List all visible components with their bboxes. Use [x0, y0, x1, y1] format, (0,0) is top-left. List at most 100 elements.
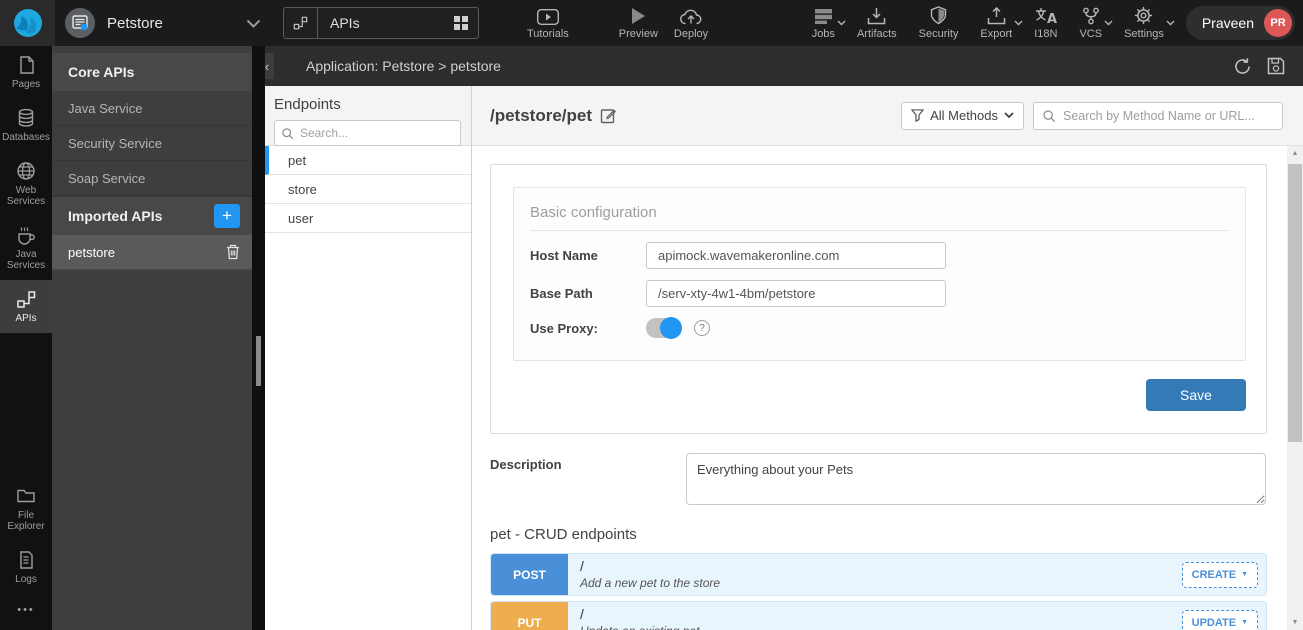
help-icon: ?	[694, 320, 710, 336]
endpoint-detail-panel: /petstore/pet All Methods	[472, 86, 1303, 630]
sidebar-item-soap-service[interactable]: Soap Service	[52, 161, 252, 196]
user-menu[interactable]: Praveen PR	[1186, 6, 1295, 40]
cloud-upload-icon	[680, 6, 702, 25]
svg-text:A: A	[1047, 12, 1057, 25]
deploy-button[interactable]: Deploy	[674, 6, 708, 40]
search-icon	[1042, 109, 1056, 123]
edit-path-button[interactable]	[600, 107, 617, 124]
grid-menu-icon	[453, 15, 469, 31]
main-area: « Application: Petstore > petstore Endpo…	[265, 46, 1303, 630]
more-options-icon[interactable]: •••	[0, 594, 52, 630]
content-scrollbar-thumb[interactable]	[1288, 164, 1302, 442]
export-menu[interactable]: Export	[980, 6, 1012, 40]
endpoints-search-input[interactable]	[300, 126, 454, 140]
breadcrumb-bar: « Application: Petstore > petstore	[265, 46, 1303, 86]
method-badge: PUT	[491, 602, 568, 630]
rail-item-file-explorer[interactable]: File Explorer	[0, 477, 52, 541]
apis-sidebar: Core APIs Java Service Security Service …	[52, 46, 252, 630]
add-api-button[interactable]: +	[214, 204, 240, 228]
host-name-field[interactable]	[646, 242, 946, 269]
endpoint-item-user[interactable]: user	[265, 204, 471, 233]
save-icon[interactable]	[1267, 57, 1285, 76]
endpoints-title: Endpoints	[274, 96, 461, 113]
tutorials-button[interactable]: Tutorials	[527, 6, 569, 40]
top-bar: Petstore APIs Tutorials Preview	[0, 0, 1303, 46]
update-action-button[interactable]: UPDATE ▼	[1182, 610, 1258, 630]
sidebar-scrollbar	[252, 46, 265, 630]
method-search-input[interactable]	[1063, 109, 1274, 123]
method-filter-dropdown[interactable]: All Methods	[901, 102, 1024, 130]
security-button[interactable]: Security	[919, 6, 959, 40]
artifacts-button[interactable]: Artifacts	[857, 6, 897, 40]
jobs-icon	[814, 6, 833, 25]
rail-item-logs[interactable]: Logs	[0, 541, 52, 594]
scroll-up-arrow[interactable]: ▲	[1287, 150, 1303, 157]
filter-icon	[911, 109, 924, 122]
endpoint-path: /	[580, 606, 1182, 622]
use-proxy-toggle[interactable]	[646, 318, 682, 338]
preview-button[interactable]: Preview	[619, 6, 658, 40]
settings-menu[interactable]: Settings	[1124, 6, 1164, 40]
endpoints-search[interactable]	[274, 120, 461, 146]
git-branch-icon	[1082, 6, 1100, 25]
workspace-label: APIs	[330, 15, 453, 31]
wavemaker-logo[interactable]	[0, 0, 55, 46]
page-title: /petstore/pet	[490, 106, 592, 126]
endpoint-description: Add a new pet to the store	[580, 576, 1182, 590]
rail-item-java-services[interactable]: Java Services	[0, 216, 52, 280]
project-selector[interactable]: Petstore	[65, 8, 261, 38]
section-title: Basic configuration	[530, 204, 1229, 231]
sidebar-scrollbar-thumb[interactable]	[256, 336, 261, 386]
core-apis-header: Core APIs	[52, 53, 252, 91]
sidebar-item-security-service[interactable]: Security Service	[52, 126, 252, 161]
translate-icon: A	[1035, 6, 1057, 25]
rail-item-web-services[interactable]: Web Services	[0, 152, 52, 216]
workspace-selector[interactable]: APIs	[283, 7, 479, 39]
jobs-menu[interactable]: Jobs	[812, 6, 835, 40]
wavemaker-studio: Petstore APIs Tutorials Preview	[0, 0, 1303, 630]
base-path-label: Base Path	[530, 286, 646, 301]
create-action-button[interactable]: CREATE ▼	[1182, 562, 1258, 588]
save-button[interactable]: Save	[1146, 379, 1246, 411]
chevron-down-icon	[1004, 112, 1014, 119]
apis-node-icon	[16, 289, 36, 309]
chevron-down-icon	[1104, 20, 1113, 26]
tutorials-icon	[537, 6, 559, 25]
refresh-icon[interactable]	[1233, 57, 1252, 76]
database-icon	[16, 108, 36, 128]
globe-icon	[16, 161, 36, 181]
search-icon	[281, 127, 294, 140]
project-avatar-icon	[65, 8, 95, 38]
basic-configuration-panel: Basic configuration Host Name Base Path	[513, 187, 1246, 361]
play-icon	[630, 6, 646, 25]
breadcrumb: Application: Petstore > petstore	[306, 58, 501, 74]
trash-icon[interactable]	[226, 244, 240, 260]
upload-icon	[987, 6, 1006, 25]
rail-item-databases[interactable]: Databases	[0, 99, 52, 152]
endpoint-row-post[interactable]: POST / Add a new pet to the store CREATE…	[490, 553, 1267, 596]
endpoint-row-put[interactable]: PUT / Update an existing pet UPDATE ▼	[490, 601, 1267, 630]
sidebar-item-java-service[interactable]: Java Service	[52, 91, 252, 126]
log-file-icon	[16, 550, 36, 570]
imported-apis-header: Imported APIs +	[52, 197, 252, 235]
avatar: PR	[1264, 9, 1292, 37]
vcs-menu[interactable]: VCS	[1079, 6, 1102, 40]
base-path-field[interactable]	[646, 280, 946, 307]
method-search[interactable]	[1033, 102, 1283, 130]
endpoint-item-pet[interactable]: pet	[265, 146, 471, 175]
description-field[interactable]: Everything about your Pets	[686, 453, 1266, 505]
method-badge: POST	[491, 554, 568, 595]
sidebar-item-petstore[interactable]: petstore	[52, 235, 252, 270]
endpoint-description: Update an existing pet	[580, 624, 1182, 630]
shield-icon	[930, 6, 947, 25]
config-card: Basic configuration Host Name Base Path	[490, 164, 1267, 434]
rail-item-pages[interactable]: Pages	[0, 46, 52, 99]
scroll-down-arrow[interactable]: ▼	[1287, 619, 1303, 626]
wave-logo-icon	[11, 6, 45, 40]
i18n-button[interactable]: A I18N	[1034, 6, 1057, 40]
rail-item-apis[interactable]: APIs	[0, 280, 52, 333]
use-proxy-label: Use Proxy:	[530, 321, 646, 336]
endpoints-panel: Endpoints pet store	[265, 86, 472, 630]
chevron-down-icon	[1014, 20, 1023, 26]
endpoint-item-store[interactable]: store	[265, 175, 471, 204]
